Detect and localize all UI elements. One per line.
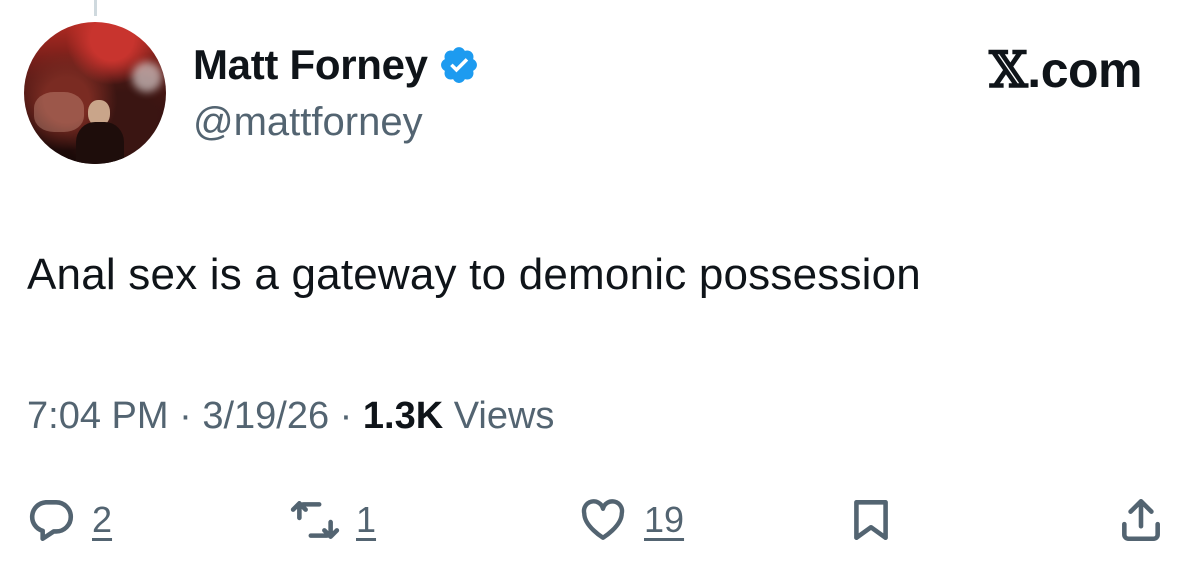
avatar-photo-crowd — [34, 92, 84, 132]
avatar-photo-light — [132, 62, 162, 92]
tweet-time[interactable]: 7:04 PM — [27, 395, 169, 438]
reply-count: 2 — [92, 499, 113, 540]
verified-badge-icon — [440, 47, 477, 83]
like-count: 19 — [644, 499, 685, 540]
views-label: Views — [453, 395, 555, 437]
author-handle[interactable]: @mattforney — [193, 100, 423, 145]
thread-connector-line — [94, 0, 97, 16]
views-count: 1.3K — [362, 395, 444, 437]
meta-separator: · — [168, 395, 203, 437]
brand-watermark: 𝕏.com — [989, 40, 1142, 99]
like-button[interactable]: 19 — [578, 490, 684, 550]
retweet-count: 1 — [356, 499, 377, 540]
bookmark-button[interactable] — [846, 490, 896, 550]
brand-suffix: .com — [1027, 42, 1142, 98]
share-icon — [1122, 498, 1160, 542]
retweet-icon — [290, 501, 340, 539]
avatar[interactable] — [24, 22, 166, 164]
bookmark-icon — [854, 500, 888, 540]
action-bar: 2 1 19 — [0, 490, 1200, 550]
author-name-row: Matt Forney — [193, 40, 480, 90]
share-button[interactable] — [1116, 490, 1166, 550]
tweet-meta: 7:04 PM · 3/19/26 · 1.3K Views — [27, 395, 554, 438]
author-name[interactable]: Matt Forney — [193, 41, 428, 89]
retweet-button[interactable]: 1 — [290, 490, 376, 550]
brand-x-glyph: 𝕏 — [989, 40, 1028, 99]
like-icon — [581, 499, 625, 540]
meta-separator: · — [329, 395, 363, 437]
tweet-date[interactable]: 3/19/26 — [202, 395, 329, 438]
reply-icon — [29, 500, 74, 542]
tweet-text: Anal sex is a gateway to demonic possess… — [27, 250, 921, 299]
reply-button[interactable]: 2 — [26, 490, 112, 550]
avatar-photo-body — [76, 122, 124, 164]
